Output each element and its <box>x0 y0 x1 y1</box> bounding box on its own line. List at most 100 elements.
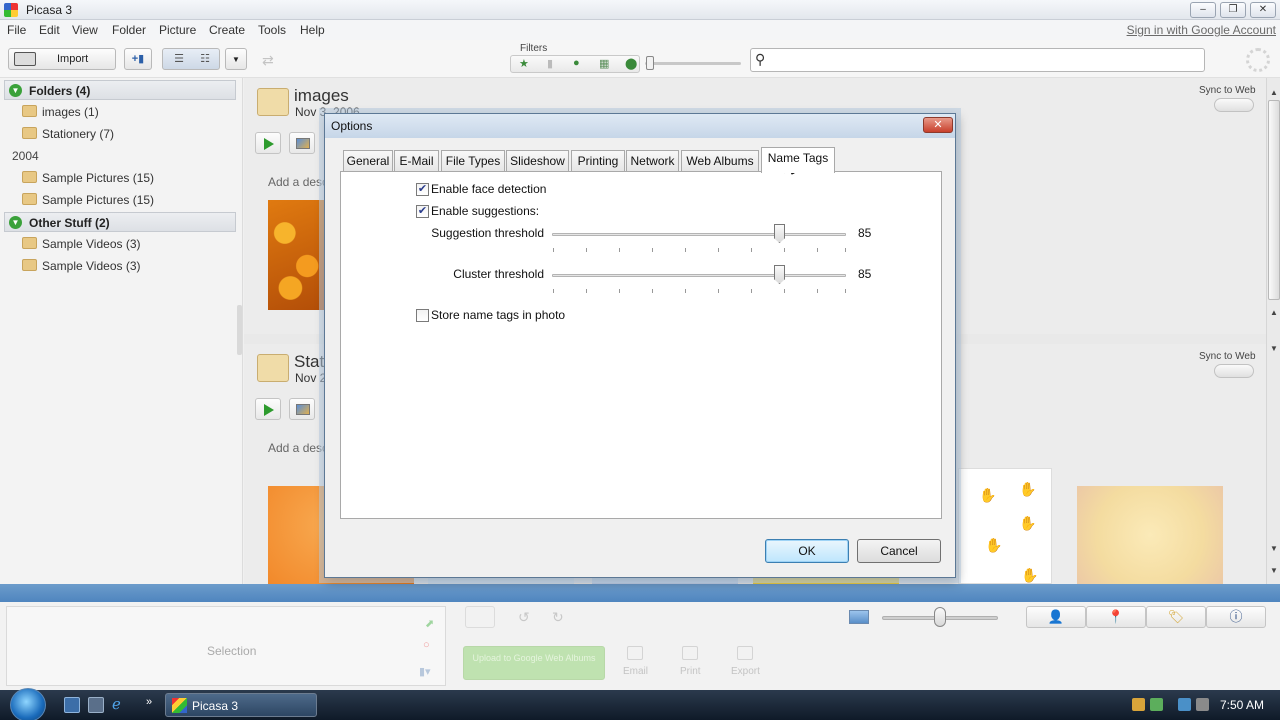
menu-edit[interactable]: Edit <box>39 23 60 37</box>
search-input[interactable]: ⚲ <box>750 48 1205 72</box>
view-dropdown-button[interactable]: ▼ <box>225 48 247 70</box>
play-slideshow-button[interactable] <box>255 132 281 154</box>
properties-button[interactable]: ⓘ <box>1206 606 1266 628</box>
tab-printing[interactable]: Printing <box>571 150 625 172</box>
scroll-up-icon[interactable]: ▲ <box>1268 86 1280 100</box>
collage-button[interactable] <box>289 132 315 154</box>
group-header-other-stuff[interactable]: ▼ Other Stuff (2) <box>4 212 236 232</box>
menu-folder[interactable]: Folder <box>112 23 146 37</box>
library-scrollbar[interactable]: ▲ ▲ ▼ ▼ ▼ <box>1266 78 1280 584</box>
flat-view-icon[interactable]: ☰ <box>167 49 191 69</box>
tab-email[interactable]: E-Mail <box>394 150 439 172</box>
name-tags-panel: ✔ Enable face detection ✔ Enable suggest… <box>340 171 942 519</box>
suggestion-threshold-slider[interactable] <box>774 224 785 243</box>
security-icon[interactable] <box>1132 698 1145 711</box>
star-filter-icon[interactable]: ★ <box>519 57 529 70</box>
sync-to-web-toggle[interactable] <box>1214 364 1254 378</box>
pin-icon[interactable]: ⬈ <box>425 617 434 630</box>
ok-button[interactable]: OK <box>765 539 849 563</box>
play-slideshow-button[interactable] <box>255 398 281 420</box>
share-icon[interactable]: ⇄ <box>262 52 274 69</box>
photo-thumbnail[interactable] <box>1077 486 1223 584</box>
cluster-threshold-track[interactable] <box>552 274 846 277</box>
tree-view-icon[interactable]: ☷ <box>193 49 217 69</box>
date-filter-knob[interactable] <box>646 56 654 70</box>
start-button[interactable] <box>10 688 46 720</box>
network-status-icon[interactable] <box>1178 698 1191 711</box>
collage-button[interactable] <box>289 398 315 420</box>
date-filter-slider[interactable] <box>645 62 741 65</box>
minimize-button[interactable]: – <box>1190 2 1216 18</box>
cancel-button[interactable]: Cancel <box>857 539 941 563</box>
scroll-down-icon[interactable]: ▼ <box>1268 342 1280 356</box>
quick-launch-overflow-icon[interactable]: » <box>146 696 152 708</box>
restore-button[interactable]: ❐ <box>1220 2 1246 18</box>
network-icon[interactable] <box>1150 698 1163 711</box>
add-album-button[interactable]: +▮ <box>124 48 152 70</box>
thumbnail-size-knob[interactable] <box>934 607 946 627</box>
scroll-thumb[interactable] <box>1268 100 1280 300</box>
scroll-down-icon[interactable]: ▼ <box>1268 542 1280 556</box>
tab-name-tags[interactable]: Name Tags <box>761 147 835 173</box>
menu-view[interactable]: View <box>72 23 98 37</box>
slider-tick <box>784 248 785 252</box>
menu-picture[interactable]: Picture <box>159 23 196 37</box>
menu-create[interactable]: Create <box>209 23 245 37</box>
close-window-button[interactable]: ✕ <box>1250 2 1276 18</box>
slider-tick <box>718 289 719 293</box>
enable-face-detection-checkbox[interactable]: ✔ <box>416 183 429 196</box>
store-name-tags-checkbox[interactable] <box>416 309 429 322</box>
sign-in-link[interactable]: Sign in with Google Account <box>1127 23 1276 37</box>
sync-to-web-toggle[interactable] <box>1214 98 1254 112</box>
cluster-threshold-slider[interactable] <box>774 265 785 284</box>
menu-help[interactable]: Help <box>300 23 325 37</box>
geotag-filter-icon[interactable]: ⬤ <box>625 57 637 70</box>
clear-selection-icon[interactable]: ○ <box>423 639 430 651</box>
slider-tick <box>586 248 587 252</box>
email-icon[interactable] <box>627 646 643 660</box>
dialog-titlebar[interactable]: Options ✕ <box>325 114 955 138</box>
collapse-arrow-icon[interactable]: ▼ <box>9 216 22 229</box>
tags-button[interactable]: 🏷 <box>1146 606 1206 628</box>
dialog-close-button[interactable]: ✕ <box>923 117 953 133</box>
tab-general[interactable]: General <box>343 150 393 172</box>
scroll-down-icon[interactable]: ▼ <box>1268 564 1280 578</box>
internet-explorer-icon[interactable]: ℯ <box>112 697 128 713</box>
suggestion-threshold-track[interactable] <box>552 233 846 236</box>
add-description-field[interactable]: Add a desc <box>268 441 328 455</box>
scroll-up-icon[interactable]: ▲ <box>1268 306 1280 320</box>
print-icon[interactable] <box>682 646 698 660</box>
group-header-folders[interactable]: ▼ Folders (4) <box>4 80 236 100</box>
tab-network[interactable]: Network <box>626 150 679 172</box>
people-filter-icon[interactable]: ● <box>573 57 580 69</box>
add-description-field[interactable]: Add a desc <box>268 175 328 189</box>
places-button[interactable]: 📍 <box>1086 606 1146 628</box>
label-icon[interactable]: ▮▾ <box>419 665 431 678</box>
rotate-right-icon[interactable]: ↻ <box>552 609 564 626</box>
people-button[interactable]: 👤 <box>1026 606 1086 628</box>
menu-tools[interactable]: Tools <box>258 23 286 37</box>
rotate-left-icon[interactable]: ↺ <box>518 609 530 626</box>
tab-file-types[interactable]: File Types <box>441 150 505 172</box>
show-desktop-icon[interactable] <box>64 697 80 713</box>
import-button[interactable]: Import <box>8 48 116 70</box>
tab-slideshow[interactable]: Slideshow <box>506 150 569 172</box>
tab-web-albums[interactable]: Web Albums <box>681 150 759 172</box>
photo-thumbnail[interactable] <box>268 200 324 310</box>
photo-thumbnail[interactable]: ✋ ✋ ✋ ✋ ✋ <box>958 468 1052 584</box>
video-filter-icon[interactable]: ▮ <box>547 57 553 70</box>
slider-tick <box>553 289 554 293</box>
uploaded-filter-icon[interactable]: ▦ <box>599 57 609 70</box>
enable-suggestions-checkbox[interactable]: ✔ <box>416 205 429 218</box>
system-clock[interactable]: 7:50 AM <box>1220 698 1264 712</box>
taskbar-item-picasa[interactable]: Picasa 3 <box>165 693 317 717</box>
switch-windows-icon[interactable] <box>88 697 104 713</box>
export-icon[interactable] <box>737 646 753 660</box>
menu-file[interactable]: File <box>7 23 26 37</box>
tray-tool-button[interactable] <box>465 606 495 628</box>
collapse-arrow-icon[interactable]: ▼ <box>9 84 22 97</box>
album-title: images <box>294 86 349 105</box>
panel-splitter[interactable] <box>237 305 242 355</box>
upload-button[interactable]: Upload to Google Web Albums <box>463 646 605 680</box>
volume-muted-icon[interactable] <box>1196 698 1209 711</box>
